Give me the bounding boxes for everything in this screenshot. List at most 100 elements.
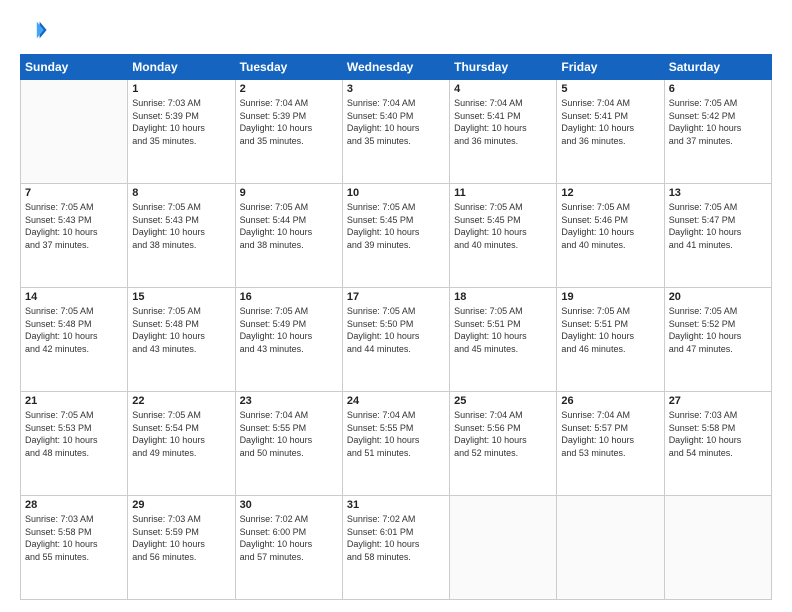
calendar-cell: 26 Sunrise: 7:04 AMSunset: 5:57 PMDayligh… (557, 392, 664, 496)
calendar-cell: 21 Sunrise: 7:05 AMSunset: 5:53 PMDayligh… (21, 392, 128, 496)
calendar-cell: 3 Sunrise: 7:04 AMSunset: 5:40 PMDaylight… (342, 80, 449, 184)
header (20, 16, 772, 44)
calendar-cell: 1 Sunrise: 7:03 AMSunset: 5:39 PMDaylight… (128, 80, 235, 184)
calendar-cell: 19 Sunrise: 7:05 AMSunset: 5:51 PMDayligh… (557, 288, 664, 392)
day-info: Sunrise: 7:03 AMSunset: 5:59 PMDaylight:… (132, 513, 230, 563)
day-number: 5 (561, 83, 659, 95)
calendar-cell: 18Sunrise: 7:05 AMSunset: 5:51 PMDayligh… (450, 288, 557, 392)
calendar-cell: 25 Sunrise: 7:04 AMSunset: 5:56 PMDayligh… (450, 392, 557, 496)
day-info: Sunrise: 7:05 AMSunset: 5:43 PMDaylight:… (132, 201, 230, 251)
calendar-week-4: 21 Sunrise: 7:05 AMSunset: 5:53 PMDayligh… (21, 392, 772, 496)
calendar-cell: 23 Sunrise: 7:04 AMSunset: 5:55 PMDayligh… (235, 392, 342, 496)
calendar-cell: 10Sunrise: 7:05 AMSunset: 5:45 PMDayligh… (342, 184, 449, 288)
calendar-cell: 16 Sunrise: 7:05 AMSunset: 5:49 PMDayligh… (235, 288, 342, 392)
calendar-cell: 15Sunrise: 7:05 AMSunset: 5:48 PMDayligh… (128, 288, 235, 392)
page: SundayMondayTuesdayWednesdayThursdayFrid… (0, 0, 792, 612)
calendar-cell: 13 Sunrise: 7:05 AMSunset: 5:47 PMDayligh… (664, 184, 771, 288)
calendar-cell: 30 Sunrise: 7:02 AMSunset: 6:00 PMDayligh… (235, 496, 342, 600)
day-info: Sunrise: 7:05 AMSunset: 5:52 PMDaylight:… (669, 305, 767, 355)
day-info: Sunrise: 7:04 AMSunset: 5:55 PMDaylight:… (240, 409, 338, 459)
calendar-cell: 2 Sunrise: 7:04 AMSunset: 5:39 PMDaylight… (235, 80, 342, 184)
calendar-cell: 20 Sunrise: 7:05 AMSunset: 5:52 PMDayligh… (664, 288, 771, 392)
day-number: 10 (347, 187, 445, 199)
calendar-week-1: 1 Sunrise: 7:03 AMSunset: 5:39 PMDaylight… (21, 80, 772, 184)
day-number: 24 (347, 395, 445, 407)
calendar-table: SundayMondayTuesdayWednesdayThursdayFrid… (20, 54, 772, 600)
day-number: 13 (669, 187, 767, 199)
calendar-cell: 6 Sunrise: 7:05 AMSunset: 5:42 PMDaylight… (664, 80, 771, 184)
calendar-cell: 12 Sunrise: 7:05 AMSunset: 5:46 PMDayligh… (557, 184, 664, 288)
calendar-cell: 29 Sunrise: 7:03 AMSunset: 5:59 PMDayligh… (128, 496, 235, 600)
day-number: 29 (132, 499, 230, 511)
day-number: 30 (240, 499, 338, 511)
calendar-header-tuesday: Tuesday (235, 55, 342, 80)
day-number: 9 (240, 187, 338, 199)
day-info: Sunrise: 7:05 AMSunset: 5:43 PMDaylight:… (25, 201, 123, 251)
day-info: Sunrise: 7:04 AMSunset: 5:41 PMDaylight:… (454, 97, 552, 147)
calendar-cell: 17 Sunrise: 7:05 AMSunset: 5:50 PMDayligh… (342, 288, 449, 392)
day-info: Sunrise: 7:04 AMSunset: 5:40 PMDaylight:… (347, 97, 445, 147)
calendar-cell (450, 496, 557, 600)
calendar-cell: 7 Sunrise: 7:05 AMSunset: 5:43 PMDaylight… (21, 184, 128, 288)
calendar-cell: 24 Sunrise: 7:04 AMSunset: 5:55 PMDayligh… (342, 392, 449, 496)
day-number: 14 (25, 291, 123, 303)
day-info: Sunrise: 7:02 AMSunset: 6:00 PMDaylight:… (240, 513, 338, 563)
calendar-cell: 27 Sunrise: 7:03 AMSunset: 5:58 PMDayligh… (664, 392, 771, 496)
day-info: Sunrise: 7:04 AMSunset: 5:39 PMDaylight:… (240, 97, 338, 147)
day-info: Sunrise: 7:04 AMSunset: 5:56 PMDaylight:… (454, 409, 552, 459)
day-number: 17 (347, 291, 445, 303)
day-number: 7 (25, 187, 123, 199)
calendar-cell: 9 Sunrise: 7:05 AMSunset: 5:44 PMDaylight… (235, 184, 342, 288)
calendar-week-3: 14 Sunrise: 7:05 AMSunset: 5:48 PMDayligh… (21, 288, 772, 392)
calendar-header-saturday: Saturday (664, 55, 771, 80)
day-number: 15 (132, 291, 230, 303)
day-number: 20 (669, 291, 767, 303)
calendar-cell: 8Sunrise: 7:05 AMSunset: 5:43 PMDaylight… (128, 184, 235, 288)
calendar-cell: 11Sunrise: 7:05 AMSunset: 5:45 PMDayligh… (450, 184, 557, 288)
calendar-cell (557, 496, 664, 600)
day-number: 27 (669, 395, 767, 407)
day-info: Sunrise: 7:03 AMSunset: 5:58 PMDaylight:… (669, 409, 767, 459)
day-info: Sunrise: 7:05 AMSunset: 5:53 PMDaylight:… (25, 409, 123, 459)
day-number: 23 (240, 395, 338, 407)
day-number: 1 (132, 83, 230, 95)
day-number: 3 (347, 83, 445, 95)
day-number: 18 (454, 291, 552, 303)
logo-icon (20, 16, 48, 44)
day-info: Sunrise: 7:05 AMSunset: 5:44 PMDaylight:… (240, 201, 338, 251)
day-info: Sunrise: 7:05 AMSunset: 5:48 PMDaylight:… (25, 305, 123, 355)
day-number: 12 (561, 187, 659, 199)
calendar-header-monday: Monday (128, 55, 235, 80)
day-number: 31 (347, 499, 445, 511)
day-info: Sunrise: 7:05 AMSunset: 5:50 PMDaylight:… (347, 305, 445, 355)
calendar-cell: 22 Sunrise: 7:05 AMSunset: 5:54 PMDayligh… (128, 392, 235, 496)
day-info: Sunrise: 7:02 AMSunset: 6:01 PMDaylight:… (347, 513, 445, 563)
day-info: Sunrise: 7:05 AMSunset: 5:54 PMDaylight:… (132, 409, 230, 459)
day-number: 16 (240, 291, 338, 303)
day-number: 21 (25, 395, 123, 407)
day-number: 4 (454, 83, 552, 95)
day-info: Sunrise: 7:04 AMSunset: 5:55 PMDaylight:… (347, 409, 445, 459)
day-number: 19 (561, 291, 659, 303)
day-info: Sunrise: 7:05 AMSunset: 5:42 PMDaylight:… (669, 97, 767, 147)
day-number: 28 (25, 499, 123, 511)
day-number: 26 (561, 395, 659, 407)
logo (20, 16, 52, 44)
day-number: 22 (132, 395, 230, 407)
calendar-header-sunday: Sunday (21, 55, 128, 80)
calendar-cell: 31 Sunrise: 7:02 AMSunset: 6:01 PMDayligh… (342, 496, 449, 600)
calendar-cell: 5Sunrise: 7:04 AMSunset: 5:41 PMDaylight… (557, 80, 664, 184)
calendar-cell: 28Sunrise: 7:03 AMSunset: 5:58 PMDayligh… (21, 496, 128, 600)
calendar-week-2: 7 Sunrise: 7:05 AMSunset: 5:43 PMDaylight… (21, 184, 772, 288)
day-info: Sunrise: 7:03 AMSunset: 5:39 PMDaylight:… (132, 97, 230, 147)
day-number: 6 (669, 83, 767, 95)
day-info: Sunrise: 7:05 AMSunset: 5:51 PMDaylight:… (561, 305, 659, 355)
day-number: 2 (240, 83, 338, 95)
day-info: Sunrise: 7:04 AMSunset: 5:57 PMDaylight:… (561, 409, 659, 459)
day-info: Sunrise: 7:05 AMSunset: 5:46 PMDaylight:… (561, 201, 659, 251)
calendar-cell: 4 Sunrise: 7:04 AMSunset: 5:41 PMDaylight… (450, 80, 557, 184)
calendar-header-wednesday: Wednesday (342, 55, 449, 80)
day-info: Sunrise: 7:05 AMSunset: 5:47 PMDaylight:… (669, 201, 767, 251)
day-number: 25 (454, 395, 552, 407)
day-info: Sunrise: 7:05 AMSunset: 5:49 PMDaylight:… (240, 305, 338, 355)
